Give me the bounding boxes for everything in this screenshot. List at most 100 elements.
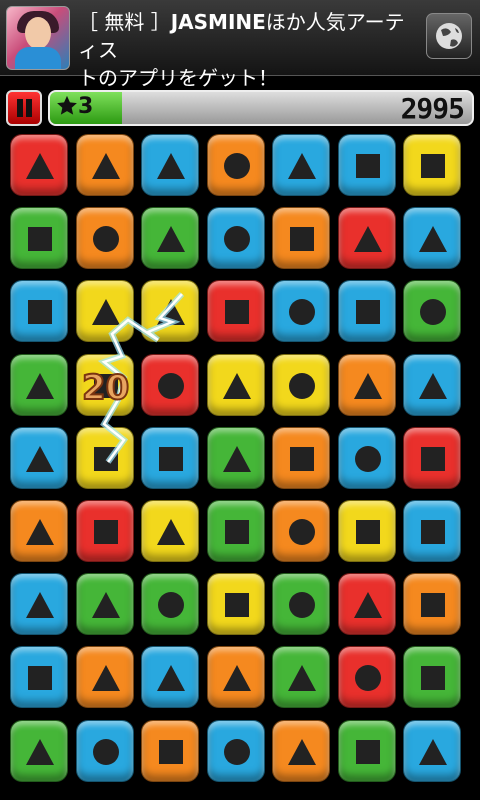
tile-orange-triangle[interactable] xyxy=(272,719,330,782)
tile-green-triangle[interactable] xyxy=(206,426,265,489)
tile-orange-triangle[interactable] xyxy=(10,500,68,562)
triangle-icon xyxy=(91,153,120,179)
circle-icon xyxy=(223,226,250,253)
tile-blue-triangle[interactable] xyxy=(403,207,461,270)
square-icon xyxy=(421,446,445,471)
tile-yellow-square[interactable] xyxy=(337,500,396,562)
tile-yellow-triangle[interactable] xyxy=(141,500,199,562)
tile-blue-square[interactable] xyxy=(337,280,396,343)
square-icon xyxy=(355,154,380,178)
tile-green-triangle[interactable] xyxy=(272,646,330,709)
circle-icon xyxy=(92,738,119,765)
circle-icon xyxy=(420,299,446,326)
tile-orange-circle[interactable] xyxy=(272,500,330,562)
tile-orange-square[interactable] xyxy=(403,573,461,636)
tile-red-triangle[interactable] xyxy=(337,573,396,636)
tile-orange-triangle[interactable] xyxy=(75,134,134,196)
tile-orange-triangle[interactable] xyxy=(75,646,134,709)
tile-orange-circle[interactable] xyxy=(206,134,265,196)
tile-blue-circle[interactable] xyxy=(75,719,134,782)
tile-orange-circle[interactable] xyxy=(75,207,134,270)
tile-blue-triangle[interactable] xyxy=(10,426,68,489)
circle-icon xyxy=(223,153,250,179)
tile-blue-triangle[interactable] xyxy=(272,134,330,196)
tile-yellow-triangle[interactable] xyxy=(75,280,134,343)
tile-yellow-square[interactable] xyxy=(403,134,461,196)
tile-blue-square[interactable] xyxy=(141,426,199,489)
triangle-icon xyxy=(26,519,54,545)
level-indicator: 3 xyxy=(56,94,93,119)
tile-green-triangle[interactable] xyxy=(75,573,134,636)
tile-blue-circle[interactable] xyxy=(206,207,265,270)
tile-green-square[interactable] xyxy=(403,646,461,709)
square-icon xyxy=(224,520,249,544)
tile-red-triangle[interactable] xyxy=(10,134,68,196)
tile-orange-square[interactable] xyxy=(141,719,199,782)
tile-blue-triangle[interactable] xyxy=(141,134,199,196)
tile-yellow-triangle[interactable] xyxy=(141,280,199,343)
tile-green-square[interactable] xyxy=(337,719,396,782)
tile-red-triangle[interactable] xyxy=(337,207,396,270)
triangle-icon xyxy=(26,153,54,179)
tile-blue-square[interactable] xyxy=(10,646,68,709)
pause-button[interactable] xyxy=(6,90,42,126)
tile-yellow-square[interactable] xyxy=(206,573,265,636)
tile-red-square[interactable] xyxy=(75,500,134,562)
tile-blue-circle[interactable] xyxy=(337,426,396,489)
tile-green-square[interactable] xyxy=(10,207,68,270)
tile-green-triangle[interactable] xyxy=(10,353,68,416)
circle-icon xyxy=(158,372,184,399)
tile-orange-square[interactable] xyxy=(272,426,330,489)
game-board xyxy=(10,134,472,794)
tile-yellow-circle[interactable] xyxy=(272,353,330,416)
square-icon xyxy=(355,520,380,544)
triangle-icon xyxy=(26,445,54,472)
ad-banner[interactable]: ［ 無料 ］JASMINEほか人気アーティス トのアプリをゲット！ xyxy=(0,0,480,90)
tile-red-circle[interactable] xyxy=(337,646,396,709)
ad-text[interactable]: ［ 無料 ］JASMINEほか人気アーティス トのアプリをゲット！ xyxy=(78,8,418,92)
circle-icon xyxy=(92,226,119,253)
tile-yellow-triangle[interactable] xyxy=(206,353,265,416)
score: 2995 xyxy=(400,92,465,125)
tile-red-square[interactable] xyxy=(206,280,265,343)
square-icon xyxy=(224,300,249,325)
tile-blue-triangle[interactable] xyxy=(403,719,461,782)
square-icon xyxy=(159,739,183,764)
tile-orange-square[interactable] xyxy=(272,207,330,270)
tile-orange-triangle[interactable] xyxy=(206,646,265,709)
triangle-icon xyxy=(288,738,316,765)
tile-blue-square[interactable] xyxy=(10,280,68,343)
tile-green-triangle[interactable] xyxy=(10,719,68,782)
circle-icon xyxy=(289,519,315,545)
tile-red-circle[interactable] xyxy=(141,353,199,416)
square-icon xyxy=(355,739,380,764)
tile-green-circle[interactable] xyxy=(403,280,461,343)
globe-icon[interactable] xyxy=(426,13,472,59)
tile-green-circle[interactable] xyxy=(272,573,330,636)
square-icon xyxy=(290,227,314,252)
tile-green-circle[interactable] xyxy=(141,573,199,636)
tile-red-square[interactable] xyxy=(403,426,461,489)
ad-thumbnail[interactable] xyxy=(6,6,70,70)
tile-blue-square[interactable] xyxy=(337,134,396,196)
triangle-icon xyxy=(353,372,382,399)
tile-green-square[interactable] xyxy=(206,500,265,562)
tile-blue-triangle[interactable] xyxy=(10,573,68,636)
tile-yellow-square[interactable] xyxy=(75,426,134,489)
square-icon xyxy=(159,446,183,471)
square-icon xyxy=(421,666,445,691)
triangle-icon xyxy=(157,299,185,326)
square-icon xyxy=(93,520,118,544)
square-icon xyxy=(421,520,445,544)
tile-blue-circle[interactable] xyxy=(272,280,330,343)
square-icon xyxy=(355,300,380,325)
tile-blue-triangle[interactable] xyxy=(141,646,199,709)
square-icon xyxy=(224,593,249,618)
tile-blue-triangle[interactable] xyxy=(403,353,461,416)
tile-blue-square[interactable] xyxy=(403,500,461,562)
circle-icon xyxy=(354,445,381,472)
tile-orange-triangle[interactable] xyxy=(337,353,396,416)
tile-blue-circle[interactable] xyxy=(206,719,265,782)
tile-green-triangle[interactable] xyxy=(141,207,199,270)
triangle-icon xyxy=(222,372,251,399)
